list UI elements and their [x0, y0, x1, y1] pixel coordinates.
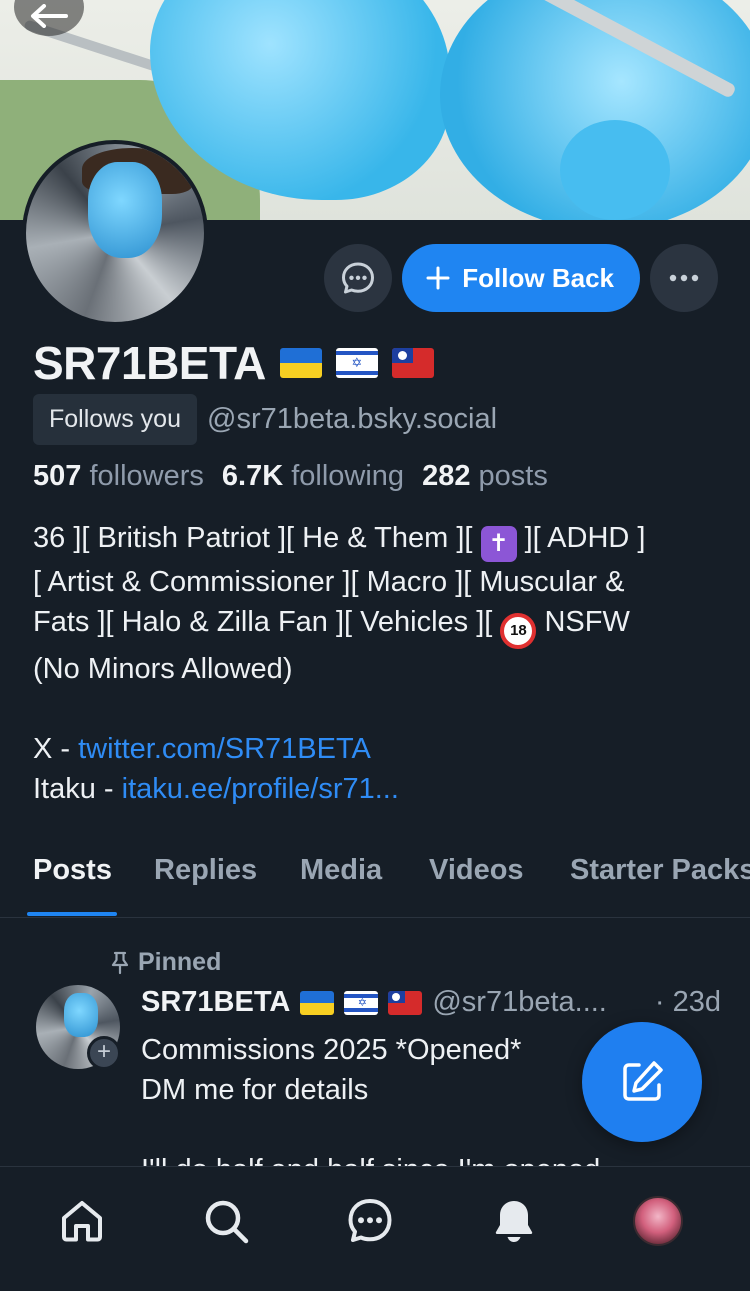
active-tab-indicator	[27, 912, 117, 916]
bell-icon	[495, 1201, 533, 1242]
follow-back-button[interactable]: Follow Back	[402, 244, 640, 312]
followers-label: followers	[89, 460, 204, 492]
arrow-left-icon	[31, 4, 68, 28]
pin-icon	[111, 951, 129, 974]
nav-notifications[interactable]	[488, 1195, 540, 1247]
bio-text: ][ ADHD ]	[516, 522, 646, 554]
posts-label: posts	[478, 460, 548, 492]
pinned-label: Pinned	[138, 948, 222, 976]
itaku-link[interactable]: itaku.ee/profile/sr71...	[122, 773, 399, 805]
profile-stats: 507 followers 6.7K following 282 posts	[33, 460, 548, 493]
display-name: SR71BETA	[33, 337, 266, 389]
followers-stat[interactable]: 507 followers	[33, 460, 204, 493]
bio-spacer	[33, 689, 723, 729]
more-options-button[interactable]	[650, 244, 718, 312]
nav-profile[interactable]	[632, 1195, 684, 1247]
my-profile-avatar	[633, 1196, 683, 1246]
bio-line: [ Artist & Commissioner ][ Macro ][ Musc…	[33, 566, 625, 598]
message-button[interactable]	[324, 244, 393, 312]
tab-videos[interactable]: Videos	[429, 854, 524, 887]
ukraine-flag-icon	[279, 348, 322, 378]
bio-text: 36 ][ British Patriot ][ He & Them ][	[33, 522, 481, 554]
follow-plus-icon[interactable]: +	[87, 1036, 121, 1070]
profile-tabs: Posts Replies Media Videos Starter Packs	[0, 834, 750, 918]
bio-text: Itaku -	[33, 773, 122, 805]
post-author-name[interactable]: SR71BETA	[141, 986, 290, 1019]
profile-bio: 36 ][ British Patriot ][ He & Them ][ ✝ …	[33, 518, 723, 809]
posts-count: 282	[422, 460, 471, 492]
pinned-indicator: Pinned	[110, 948, 221, 977]
compose-post-button[interactable]	[582, 1022, 702, 1142]
ukraine-flag-icon	[300, 990, 335, 1015]
twitter-link[interactable]: twitter.com/SR71BETA	[78, 733, 371, 765]
nav-home[interactable]	[56, 1195, 108, 1247]
nav-chat[interactable]	[344, 1195, 396, 1247]
taiwan-flag-icon	[388, 990, 423, 1015]
profile-actions: Follow Back	[324, 244, 718, 312]
post-author-handle: @sr71beta....	[432, 986, 607, 1018]
post-header: SR71BETA ✡ @sr71beta.... · 23d	[141, 986, 721, 1019]
banner-art-creature-fat	[560, 120, 670, 220]
bio-line: Fats ][ Halo & Zilla Fan ][ Vehicles ][ …	[33, 602, 723, 649]
follows-you-badge: Follows you	[33, 394, 197, 445]
israel-flag-icon: ✡	[335, 348, 378, 378]
home-icon	[62, 1201, 102, 1242]
chat-bubble-icon	[342, 262, 375, 294]
following-count: 6.7K	[221, 460, 284, 492]
follow-back-label: Follow Back	[462, 262, 614, 293]
bio-line: (No Minors Allowed)	[33, 653, 293, 685]
tab-media[interactable]: Media	[300, 854, 382, 887]
profile-name-row: SR71BETA ✡	[33, 336, 434, 390]
bio-line: X - twitter.com/SR71BETA	[33, 729, 723, 769]
post-timestamp[interactable]: · 23d	[655, 986, 721, 1019]
compose-pencil-icon	[623, 1061, 663, 1101]
followers-count: 507	[33, 460, 82, 492]
bio-line: 36 ][ British Patriot ][ He & Them ][ ✝ …	[33, 518, 723, 562]
no-under-18-emoji-icon: 18	[500, 613, 537, 649]
bottom-navigation	[0, 1166, 750, 1291]
tab-starter-packs[interactable]: Starter Packs	[570, 854, 750, 887]
cross-emoji-icon: ✝	[480, 526, 517, 562]
avatar-art-face	[64, 993, 98, 1037]
bio-line: Itaku - itaku.ee/profile/sr71...	[33, 769, 723, 809]
bio-text: X -	[33, 733, 79, 765]
bio-text: Fats ][ Halo & Zilla Fan ][ Vehicles ][	[33, 606, 501, 638]
chat-icon	[348, 1199, 392, 1242]
search-icon	[205, 1200, 249, 1244]
tab-replies[interactable]: Replies	[154, 854, 257, 887]
avatar-art-face	[88, 162, 162, 258]
israel-flag-icon: ✡	[344, 990, 379, 1015]
posts-stat: 282 posts	[422, 460, 548, 493]
profile-handle: @sr71beta.bsky.social	[207, 403, 498, 435]
following-label: following	[291, 460, 405, 492]
ellipsis-icon	[669, 274, 699, 282]
tab-posts[interactable]: Posts	[33, 854, 112, 887]
nav-search[interactable]	[200, 1195, 252, 1247]
following-stat[interactable]: 6.7K following	[222, 460, 404, 493]
plus-icon	[426, 266, 450, 290]
bio-text: NSFW	[536, 606, 630, 638]
profile-avatar[interactable]	[22, 140, 208, 326]
taiwan-flag-icon	[391, 348, 434, 378]
handle-row: Follows you @sr71beta.bsky.social	[33, 394, 497, 445]
